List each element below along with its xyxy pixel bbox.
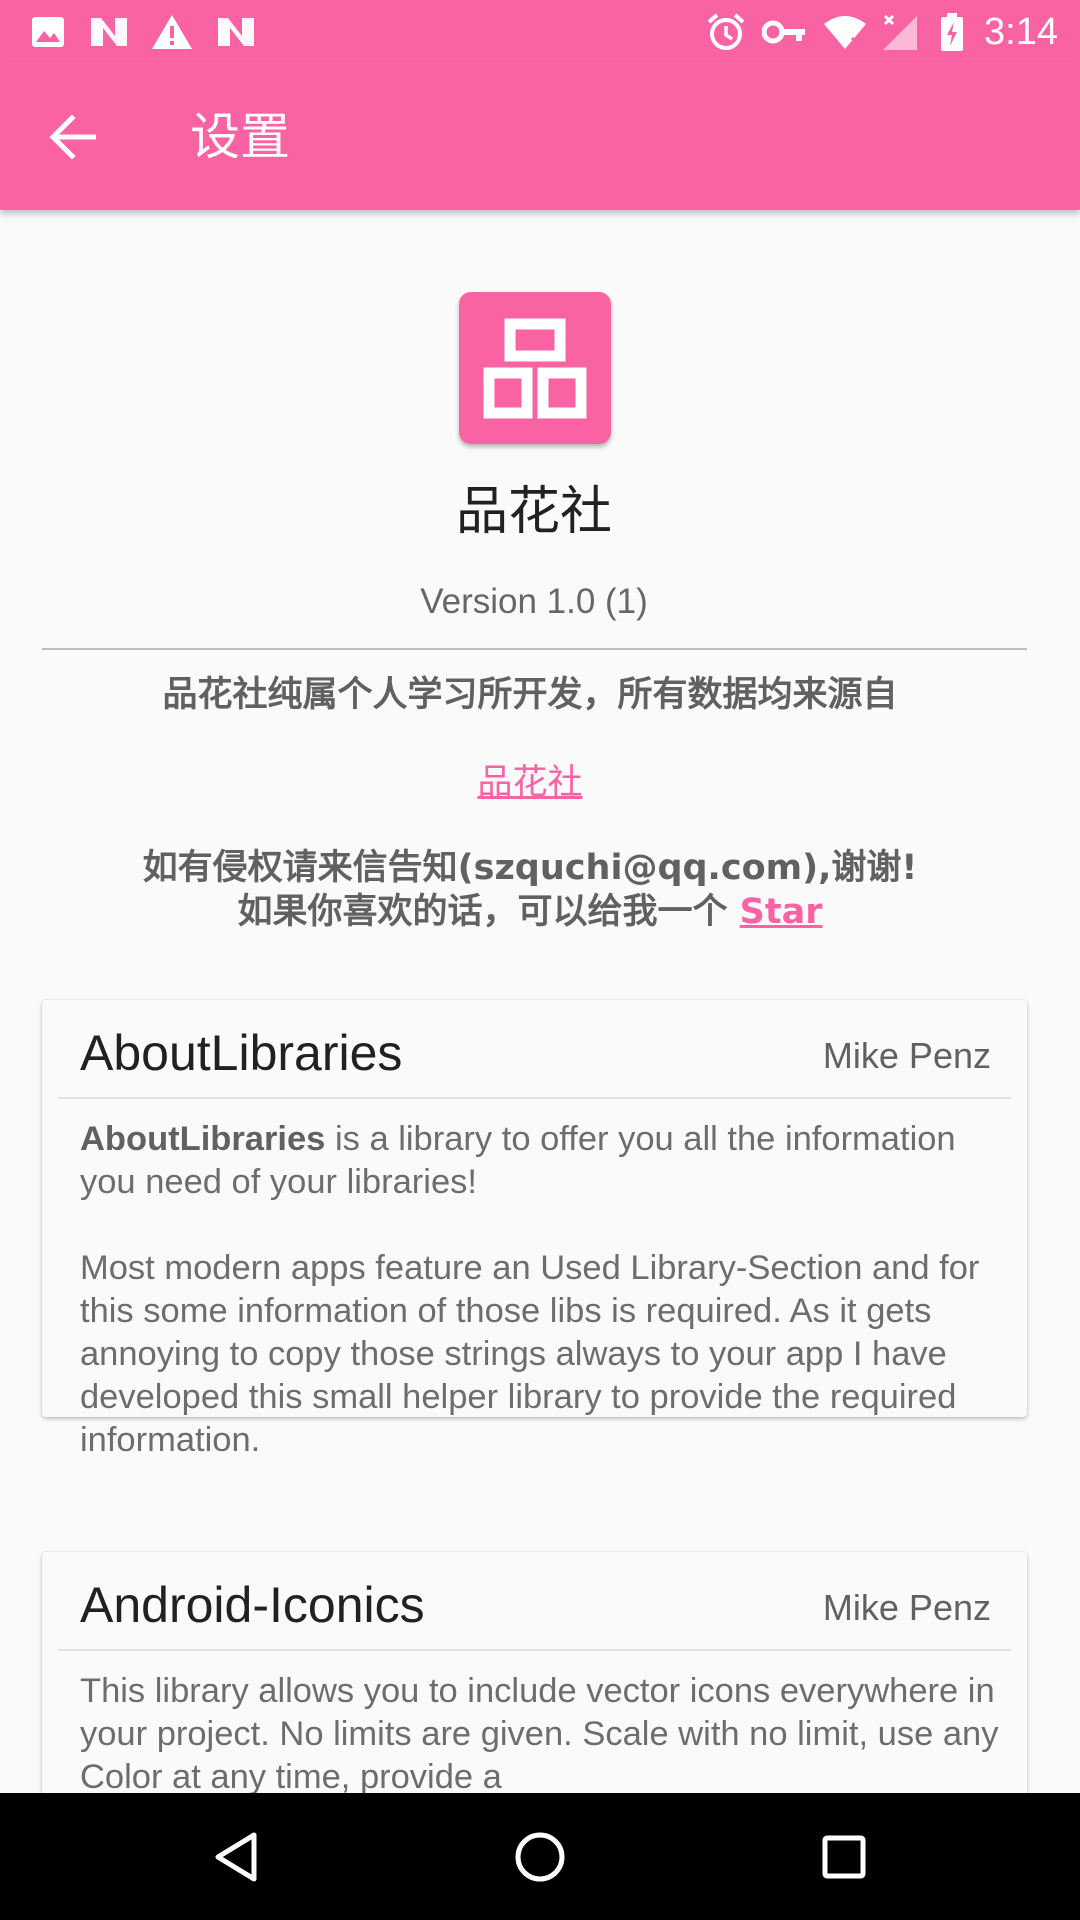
pin-logo-icon — [483, 318, 587, 419]
alarm-icon — [705, 12, 747, 52]
n-notification-icon — [88, 12, 130, 52]
card-divider — [58, 1097, 1011, 1099]
key-icon — [762, 12, 806, 52]
library-desc-paragraph: Most modern apps feature an Used Library… — [80, 1249, 980, 1459]
warning-icon — [150, 12, 194, 52]
library-desc-paragraph: This library allows you to include vecto… — [80, 1672, 999, 1793]
star-link[interactable]: Star — [740, 892, 823, 932]
app-version: Version 1.0 (1) — [420, 582, 648, 621]
arrow-back-icon — [49, 115, 96, 159]
status-bar: 3:14 — [0, 0, 1080, 63]
battery-icon — [938, 12, 966, 52]
nav-home-button[interactable] — [500, 1821, 580, 1893]
library-desc-bold: AboutLibraries — [80, 1120, 326, 1158]
star-request: 如果你喜欢的话，可以给我一个 Star — [0, 890, 1060, 934]
status-time: 3:14 — [984, 11, 1058, 53]
library-author[interactable]: Mike Penz — [823, 1586, 991, 1630]
nav-recents-button[interactable] — [804, 1821, 884, 1893]
library-author[interactable]: Mike Penz — [823, 1034, 991, 1078]
back-triangle-icon — [215, 1832, 257, 1882]
divider — [42, 648, 1027, 650]
home-circle-icon — [515, 1832, 565, 1882]
page-title: 设置 — [190, 108, 290, 166]
source-link[interactable]: 品花社 — [0, 760, 1060, 806]
about-scroll-content[interactable]: 品花社 Version 1.0 (1) 品花社纯属个人学习所开发，所有数据均来源… — [0, 210, 1080, 1793]
about-description: 品花社纯属个人学习所开发，所有数据均来源自 — [162, 675, 898, 715]
n-notification-icon — [215, 12, 257, 52]
library-card[interactable]: Android-Iconics Mike Penz This library a… — [42, 1552, 1027, 1793]
app-icon — [459, 292, 611, 444]
library-description: This library allows you to include vecto… — [80, 1670, 1000, 1793]
star-request-text: 如果你喜欢的话，可以给我一个 — [237, 892, 740, 932]
library-card[interactable]: AboutLibraries Mike Penz AboutLibraries … — [42, 1000, 1027, 1459]
toolbar: 设置 — [0, 63, 1080, 210]
app-name: 品花社 — [455, 482, 612, 542]
recents-square-icon — [822, 1835, 866, 1879]
copyright-notice: 如有侵权请来信告知(szquchi@qq.com),谢谢! — [142, 848, 918, 888]
library-description: AboutLibraries is a library to offer you… — [80, 1118, 1000, 1462]
image-icon — [30, 12, 66, 52]
library-name[interactable]: Android-Iconics — [80, 1574, 425, 1636]
signal-icon — [880, 12, 920, 52]
card-divider — [58, 1649, 1011, 1651]
nav-back-button[interactable] — [196, 1821, 276, 1893]
wifi-icon — [822, 12, 868, 52]
library-name[interactable]: AboutLibraries — [80, 1022, 402, 1084]
back-button[interactable] — [36, 101, 108, 173]
navigation-bar — [0, 1793, 1080, 1920]
